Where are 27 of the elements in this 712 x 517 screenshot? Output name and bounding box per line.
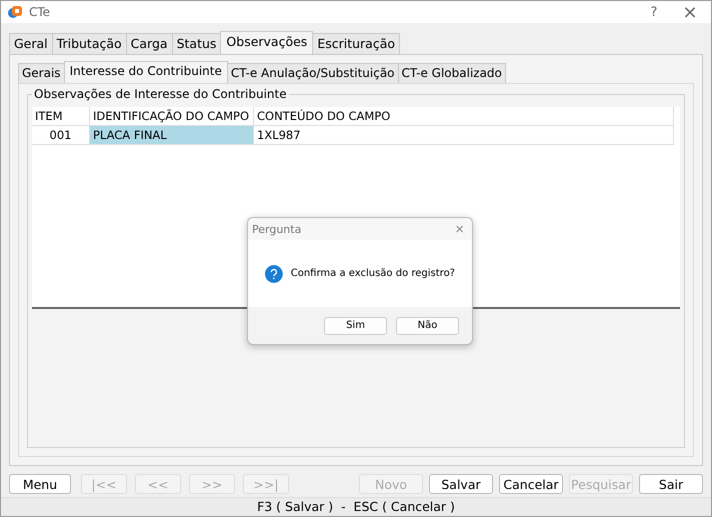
- dialog-button[interactable]: Não: [396, 316, 459, 334]
- tab[interactable]: Tributação: [52, 33, 127, 54]
- tab[interactable]: Gerais: [18, 63, 65, 83]
- tab[interactable]: Observações: [220, 31, 314, 54]
- close-button[interactable]: ×: [675, 2, 705, 22]
- tab[interactable]: CT-e Globalizado: [398, 63, 506, 83]
- group-title: Observações de Interesse do Contribuinte: [32, 87, 289, 101]
- table-cell[interactable]: PLACA FINAL: [90, 126, 254, 145]
- toolbar-button[interactable]: Sair: [639, 474, 703, 494]
- app-logo-icon: [7, 4, 23, 20]
- dialog-button[interactable]: Sim: [324, 316, 387, 334]
- help-button[interactable]: ?: [639, 4, 669, 20]
- tab[interactable]: Geral: [9, 33, 53, 54]
- tab[interactable]: CT-e Anulação/Substituição: [226, 63, 399, 83]
- column-header[interactable]: ITEM: [32, 107, 90, 126]
- tab[interactable]: Escrituração: [312, 33, 400, 54]
- tab[interactable]: Status: [172, 33, 222, 54]
- dialog-message: Confirma a exclusão do registro?: [290, 268, 455, 279]
- dialog-title: Pergunta: [252, 222, 302, 236]
- toolbar-button[interactable]: Menu: [9, 474, 71, 494]
- column-header[interactable]: CONTEÚDO DO CAMPO: [254, 107, 674, 126]
- table-cell[interactable]: 1XL987: [254, 126, 674, 145]
- status-bar: F3 ( Salvar ) - ESC ( Cancelar ): [1, 497, 711, 516]
- window-title: CTe: [29, 5, 52, 19]
- toolbar-button[interactable]: Cancelar: [499, 474, 563, 494]
- toolbar-button[interactable]: Salvar: [429, 474, 493, 494]
- tab[interactable]: Carga: [126, 33, 173, 54]
